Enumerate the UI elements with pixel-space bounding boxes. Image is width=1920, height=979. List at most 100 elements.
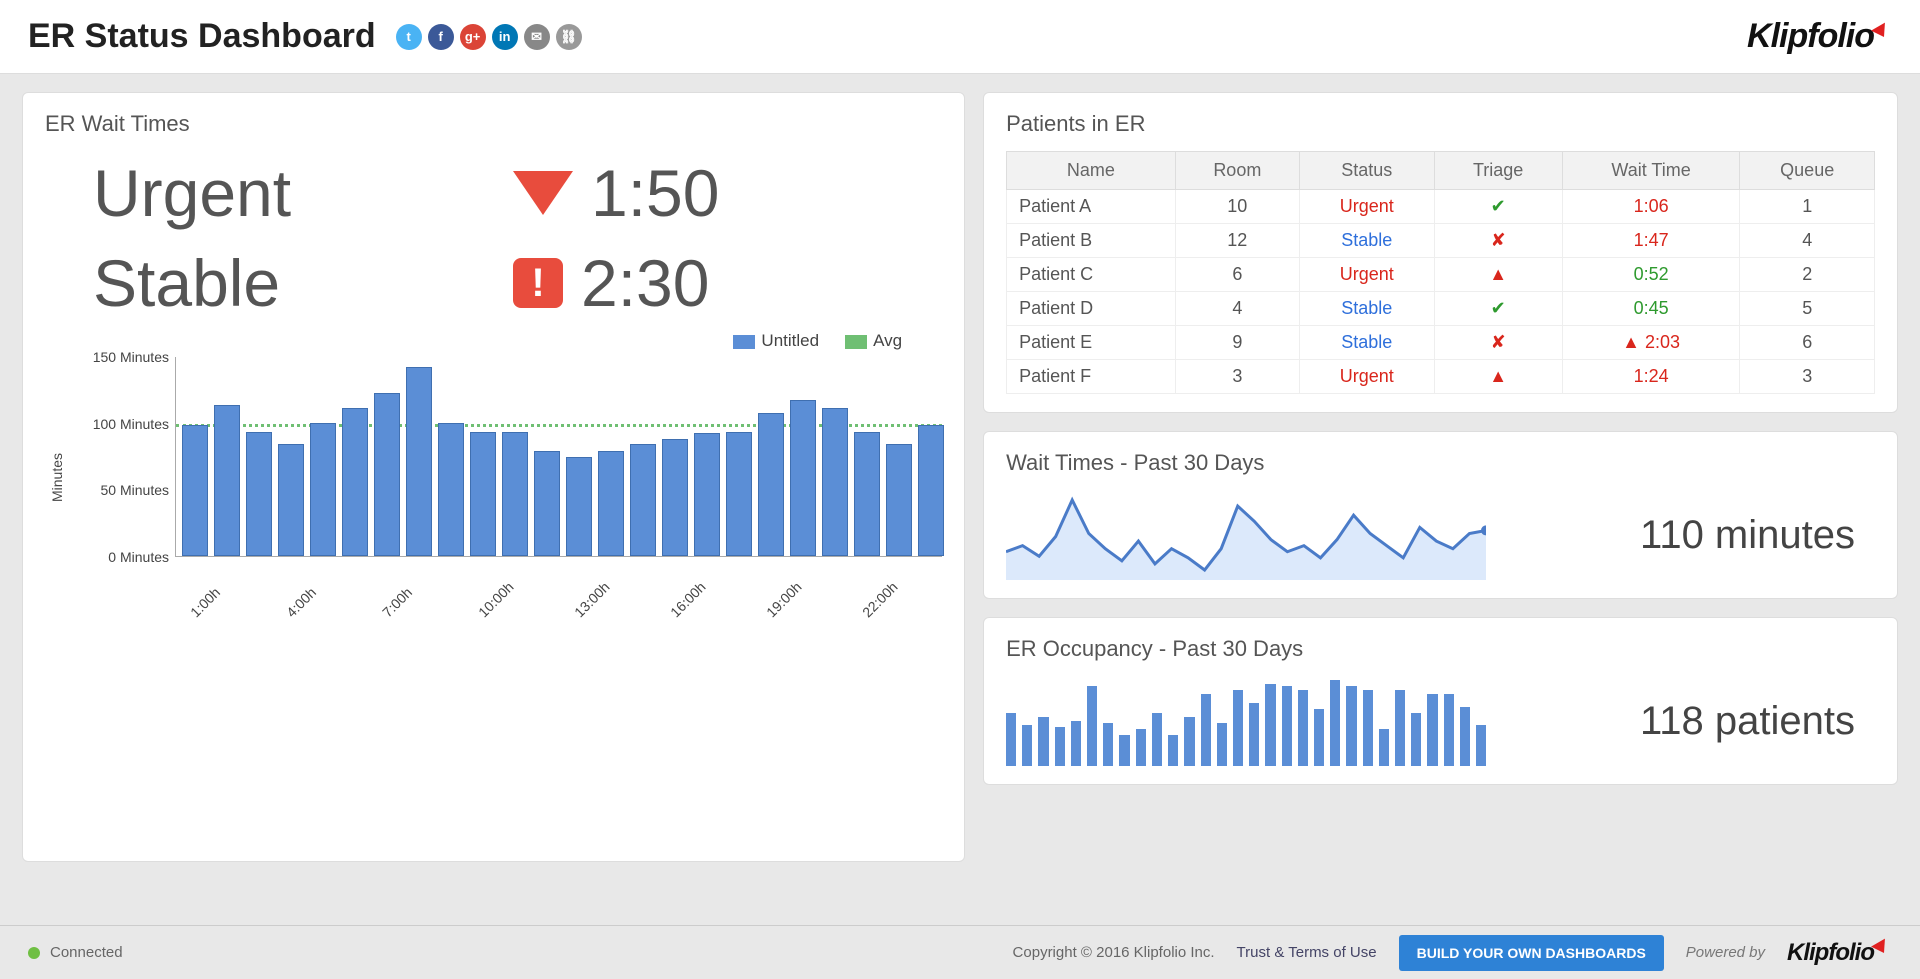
mini-bar	[1346, 686, 1356, 766]
bar	[662, 439, 688, 556]
bar	[918, 425, 944, 556]
wait-times-title: ER Wait Times	[45, 111, 942, 137]
table-row: Patient C6Urgent▲0:522	[1007, 258, 1875, 292]
stable-label: Stable	[93, 245, 513, 321]
bar	[726, 432, 752, 556]
mini-bar	[1363, 690, 1373, 766]
bar	[566, 457, 592, 556]
occupancy-title: ER Occupancy - Past 30 Days	[1006, 636, 1875, 662]
mini-bar	[1006, 713, 1016, 766]
mini-bar	[1103, 723, 1113, 766]
powered-by-label: Powered by	[1686, 944, 1765, 961]
wait-times-card: ER Wait Times Urgent 1:50 Stable ! 2:30 …	[22, 92, 965, 862]
wait-times-barchart: Minutes 0 Minutes50 Minutes100 Minutes15…	[45, 357, 942, 597]
mini-bar	[1379, 729, 1389, 766]
mini-bar	[1298, 690, 1308, 766]
mini-bar	[1152, 713, 1162, 766]
table-row: Patient A10Urgent✔1:061	[1007, 190, 1875, 224]
brand-triangle-icon	[1871, 22, 1891, 40]
mini-bar	[1314, 709, 1324, 766]
bar	[342, 408, 368, 556]
sparkline-chart	[1006, 490, 1486, 580]
patients-card: Patients in ER NameRoomStatusTriageWait …	[983, 92, 1898, 413]
bar	[406, 367, 432, 556]
mini-bar	[1022, 725, 1032, 766]
urgent-label: Urgent	[93, 155, 513, 231]
mini-bar	[1168, 735, 1178, 766]
mini-bar	[1038, 717, 1048, 766]
table-row: Patient B12Stable✘1:474	[1007, 224, 1875, 258]
mini-bar	[1282, 686, 1292, 766]
bar	[310, 423, 336, 556]
column-header: Queue	[1740, 152, 1875, 190]
column-header: Triage	[1434, 152, 1562, 190]
stable-value: ! 2:30	[513, 245, 942, 321]
brand-triangle-icon	[1871, 938, 1891, 956]
brand-logo: Klipfolio	[1747, 17, 1892, 56]
chart-ylabel: Minutes	[45, 357, 65, 597]
mini-bar	[1330, 680, 1340, 766]
bar	[278, 444, 304, 556]
mini-bar	[1055, 727, 1065, 766]
mini-bar	[1444, 694, 1454, 766]
connected-dot-icon	[28, 947, 40, 959]
column-header: Room	[1175, 152, 1299, 190]
patients-title: Patients in ER	[1006, 111, 1875, 137]
mini-bar	[1184, 717, 1194, 766]
bar	[502, 432, 528, 556]
bar	[822, 408, 848, 556]
occupancy-value: 118 patients	[1640, 699, 1855, 744]
bar	[470, 432, 496, 556]
urgent-value: 1:50	[513, 155, 942, 231]
mini-bar	[1201, 694, 1211, 766]
table-row: Patient D4Stable✔0:455	[1007, 292, 1875, 326]
bar	[438, 423, 464, 556]
mini-bar	[1476, 725, 1486, 766]
link-icon[interactable]: ⛓	[556, 24, 582, 50]
mini-bar	[1265, 684, 1275, 766]
mini-bar	[1411, 713, 1421, 766]
table-row: Patient F3Urgent▲1:243	[1007, 360, 1875, 394]
linkedin-icon[interactable]: in	[492, 24, 518, 50]
bar	[758, 413, 784, 556]
copyright-text: Copyright © 2016 Klipfolio Inc.	[1013, 944, 1215, 961]
mini-bar	[1249, 703, 1259, 766]
twitter-icon[interactable]: t	[396, 24, 422, 50]
spark-wait-card: Wait Times - Past 30 Days 110 minutes	[983, 431, 1898, 599]
bar	[534, 451, 560, 556]
table-row: Patient E9Stable✘▲ 2:036	[1007, 326, 1875, 360]
column-header: Wait Time	[1562, 152, 1740, 190]
mini-bar	[1460, 707, 1470, 766]
footer-brand-logo: Klipfolio	[1787, 939, 1892, 967]
bar	[854, 432, 880, 556]
column-header: Name	[1007, 152, 1176, 190]
bar	[630, 444, 656, 556]
topbar: ER Status Dashboard t f g+ in ✉ ⛓ Klipfo…	[0, 0, 1920, 74]
bar	[374, 393, 400, 556]
email-icon[interactable]: ✉	[524, 24, 550, 50]
column-header: Status	[1299, 152, 1434, 190]
occupancy-card: ER Occupancy - Past 30 Days 118 patients	[983, 617, 1898, 785]
terms-link[interactable]: Trust & Terms of Use	[1237, 944, 1377, 961]
occupancy-barchart	[1006, 676, 1486, 766]
mini-bar	[1427, 694, 1437, 766]
facebook-icon[interactable]: f	[428, 24, 454, 50]
googleplus-icon[interactable]: g+	[460, 24, 486, 50]
chart-xaxis: 1:00h4:00h7:00h10:00h13:00h16:00h19:00h2…	[173, 597, 942, 657]
mini-bar	[1136, 729, 1146, 766]
bar	[182, 425, 208, 556]
bar	[886, 444, 912, 556]
patients-table: NameRoomStatusTriageWait TimeQueue Patie…	[1006, 151, 1875, 394]
mini-bar	[1071, 721, 1081, 766]
page-title: ER Status Dashboard	[28, 17, 376, 56]
mini-bar	[1233, 690, 1243, 766]
bar	[790, 400, 816, 556]
share-icons: t f g+ in ✉ ⛓	[396, 24, 582, 50]
bar	[214, 405, 240, 556]
bar	[694, 433, 720, 556]
cta-button[interactable]: BUILD YOUR OWN DASHBOARDS	[1399, 935, 1664, 971]
footer: Connected Copyright © 2016 Klipfolio Inc…	[0, 925, 1920, 979]
mini-bar	[1217, 723, 1227, 766]
mini-bar	[1395, 690, 1405, 766]
bar	[246, 432, 272, 556]
